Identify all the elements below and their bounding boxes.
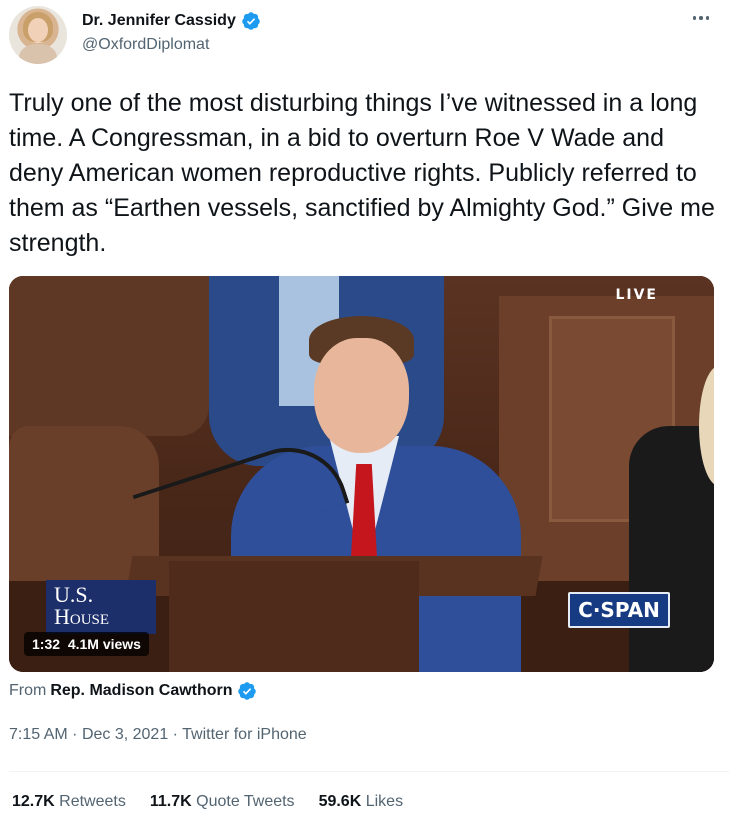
author-avatar[interactable] bbox=[9, 6, 67, 64]
video-speaker-head bbox=[314, 338, 409, 453]
meta-separator: · bbox=[172, 726, 178, 743]
avatar-body bbox=[19, 44, 57, 64]
video-duration-pill: 1:32 4.1M views bbox=[24, 632, 149, 656]
stats-divider bbox=[9, 771, 729, 772]
retweets-stat[interactable]: 12.7K Retweets bbox=[12, 793, 126, 811]
verified-badge-icon bbox=[242, 12, 260, 30]
author-display-name[interactable]: Dr. Jennifer Cassidy bbox=[82, 12, 236, 30]
author-handle[interactable]: @OxfordDiplomat bbox=[82, 36, 209, 54]
video-chair bbox=[9, 276, 209, 436]
retweets-count: 12.7K bbox=[12, 793, 55, 810]
tweet-date[interactable]: Dec 3, 2021 bbox=[82, 726, 168, 743]
meta-separator: · bbox=[72, 726, 78, 743]
more-dot bbox=[699, 16, 703, 20]
quotes-count: 11.7K bbox=[149, 793, 192, 810]
cspan-logo: C·SPAN bbox=[568, 592, 670, 628]
quote-tweets-stat[interactable]: 11.7K Quote Tweets bbox=[150, 793, 295, 811]
likes-stat[interactable]: 59.6K Likes bbox=[319, 793, 404, 811]
quotes-label: Quote Tweets bbox=[196, 793, 295, 810]
video-duration: 1:32 bbox=[32, 636, 61, 652]
live-badge: LIVE bbox=[615, 287, 658, 303]
attribution-source-link[interactable]: Rep. Madison Cawthorn bbox=[50, 682, 232, 700]
retweets-label: Retweets bbox=[59, 793, 126, 810]
us-house-logo: U.S. House bbox=[46, 580, 156, 634]
attribution-prefix: From bbox=[9, 682, 47, 699]
more-dot bbox=[692, 16, 697, 20]
video-side-person bbox=[629, 426, 714, 672]
author-name-row: Dr. Jennifer Cassidy bbox=[82, 11, 261, 31]
house-logo-line2: House bbox=[54, 604, 110, 629]
video-attribution: From Rep. Madison Cawthorn bbox=[9, 681, 257, 701]
tweet-meta: 7:15 AM · Dec 3, 2021 · Twitter for iPho… bbox=[9, 726, 307, 744]
more-options-icon[interactable] bbox=[687, 8, 715, 28]
likes-count: 59.6K bbox=[318, 793, 362, 810]
video-lectern bbox=[169, 561, 419, 672]
tweet-stats: 12.7K Retweets 11.7K Quote Tweets 59.6K … bbox=[12, 793, 403, 811]
more-dot bbox=[705, 16, 710, 20]
verified-badge-icon bbox=[237, 682, 256, 700]
tweet-time[interactable]: 7:15 AM bbox=[9, 726, 68, 743]
video-player[interactable]: LIVE U.S. House C·SPAN 1:32 4.1M views bbox=[9, 276, 714, 672]
tweet-client[interactable]: Twitter for iPhone bbox=[182, 726, 307, 743]
likes-label: Likes bbox=[365, 793, 404, 810]
house-logo-line1: U.S. bbox=[54, 582, 94, 607]
tweet-text: Truly one of the most disturbing things … bbox=[9, 89, 715, 257]
avatar-face bbox=[28, 18, 48, 42]
video-views: 4.1M views bbox=[67, 636, 141, 652]
